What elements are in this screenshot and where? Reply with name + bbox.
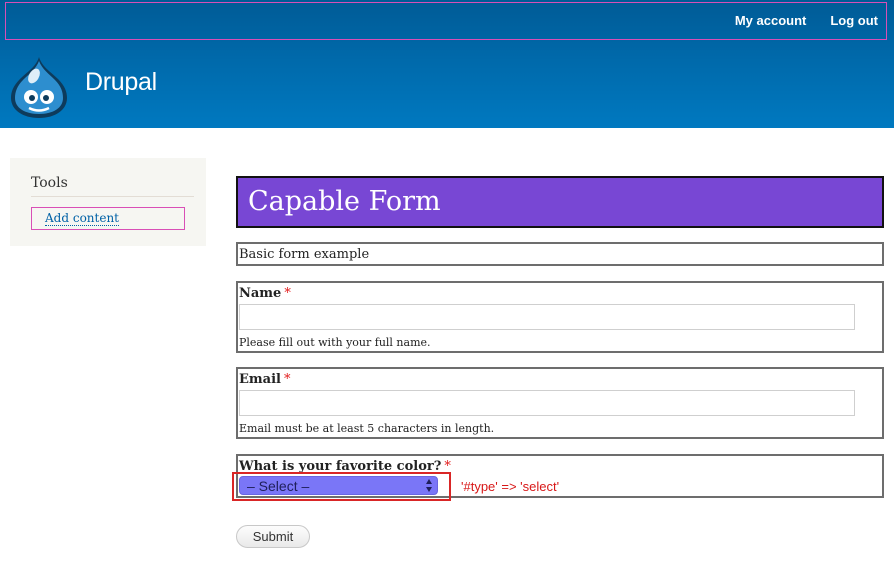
name-field-wrapper: Name * Please fill out with your full nam…	[236, 281, 884, 353]
required-marker: *	[284, 286, 291, 301]
name-help-text: Please fill out with your full name.	[239, 336, 431, 349]
submit-button[interactable]: Submit	[236, 525, 310, 548]
name-input[interactable]	[239, 304, 855, 330]
site-name[interactable]: Drupal	[85, 68, 157, 97]
page-title: Capable Form	[248, 186, 441, 217]
email-help-text: Email must be at least 5 characters in l…	[239, 422, 495, 435]
required-marker: *	[283, 372, 291, 387]
sidebar-tools-block: Tools Add content	[10, 158, 206, 246]
form-description-box: Basic form example	[236, 242, 884, 266]
divider	[31, 196, 194, 197]
email-label: Email *	[239, 372, 291, 387]
drupal-drop-icon[interactable]	[9, 55, 69, 119]
email-field-wrapper: Email * Email must be at least 5 characte…	[236, 367, 884, 439]
sidebar-title: Tools	[31, 175, 68, 191]
add-content-highlight: Add content	[31, 207, 185, 230]
my-account-link[interactable]: My account	[735, 13, 807, 28]
name-label: Name *	[239, 286, 291, 301]
email-input[interactable]	[239, 390, 855, 416]
type-annotation: '#type' => 'select'	[461, 479, 560, 494]
page-title-banner: Capable Form	[236, 176, 884, 228]
add-content-link[interactable]: Add content	[45, 212, 119, 226]
log-out-link[interactable]: Log out	[830, 13, 878, 28]
color-select-value: – Select –	[247, 478, 310, 494]
site-header: My account Log out Drupal	[0, 0, 894, 128]
secondary-menu: My account Log out	[735, 13, 878, 28]
color-select[interactable]: – Select –	[239, 476, 438, 495]
form-description: Basic form example	[239, 247, 370, 262]
select-updown-icon	[426, 479, 432, 492]
